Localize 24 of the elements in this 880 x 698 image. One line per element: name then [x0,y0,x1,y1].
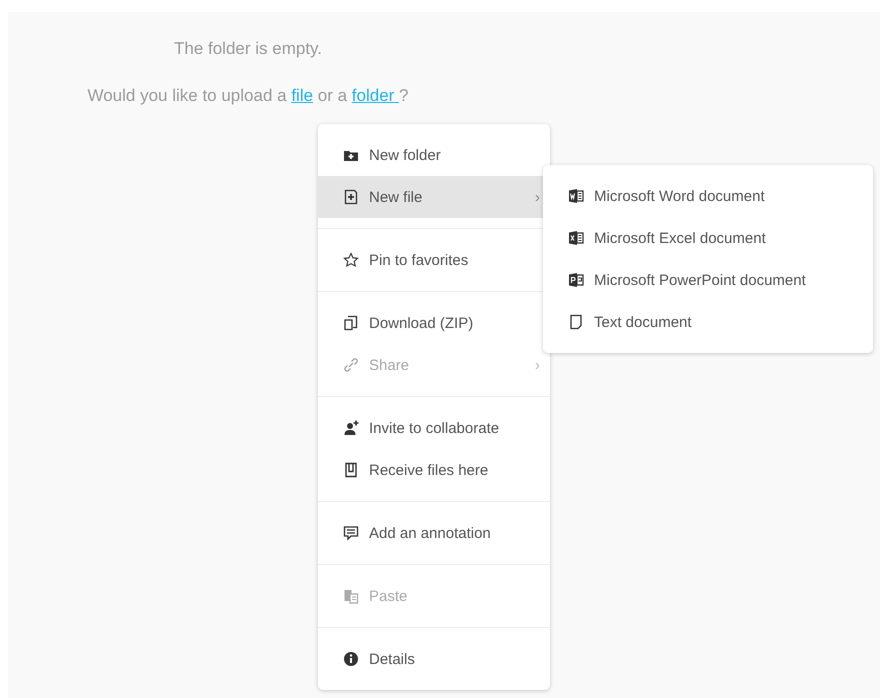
clipboard-icon [343,588,359,604]
spreadsheet-icon [568,230,584,246]
file-plus-icon [343,189,359,205]
upload-prompt: Would you like to upload a file or a folder ? [86,85,410,107]
person-plus-icon [343,420,359,436]
caret-icon: › [535,356,540,374]
menu-item[interactable]: Microsoft PowerPoint document [543,259,873,301]
menu-item[interactable]: Details [318,638,550,680]
info-icon [343,651,359,667]
menu-item[interactable]: Add an annotation [318,512,550,554]
tray-icon [343,462,359,478]
blank-page-icon [568,314,584,330]
empty-folder-message: The folder is empty. [172,38,324,60]
menu-item[interactable]: New folder [318,134,550,176]
menu-item[interactable]: Text document [543,301,873,343]
star-icon [343,252,359,268]
menu-item[interactable]: Microsoft Excel document [543,217,873,259]
comment-icon [343,525,359,541]
menu-item[interactable]: Receive files here [318,449,550,491]
chain-link-icon [343,357,359,373]
menu-item[interactable]: Invite to collaborate [318,407,550,449]
caret-icon: › [535,188,540,206]
word-document-icon [568,188,584,204]
presentation-icon [568,272,584,288]
